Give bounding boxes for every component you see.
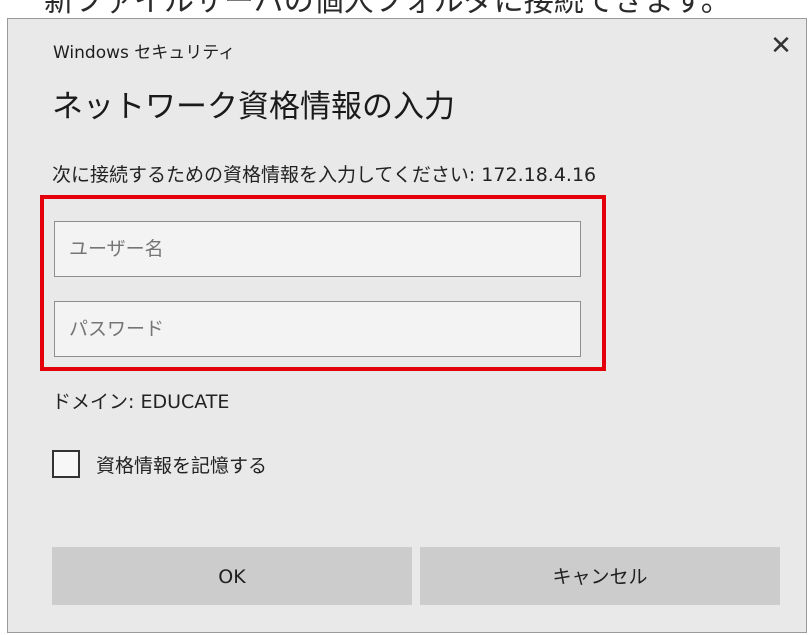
credentials-dialog: Windows セキュリティ ✕ ネットワーク資格情報の入力 次に接続するための… (7, 18, 807, 633)
remember-credentials[interactable]: 資格情報を記憶する (52, 447, 267, 481)
ok-button[interactable]: OK (52, 547, 412, 605)
password-field[interactable] (54, 301, 581, 357)
remember-label: 資格情報を記憶する (96, 454, 268, 477)
domain-label: ドメイン: EDUCATE (52, 391, 230, 413)
remember-checkbox[interactable] (52, 450, 80, 478)
close-icon: ✕ (770, 31, 792, 61)
username-field[interactable] (54, 221, 581, 277)
close-button[interactable]: ✕ (764, 29, 798, 63)
cancel-button[interactable]: キャンセル (420, 547, 780, 605)
dialog-heading: ネットワーク資格情報の入力 (52, 89, 455, 125)
prompt-text: 次に接続するための資格情報を入力してください: 172.18.4.16 (52, 164, 597, 186)
window-title: Windows セキュリティ (53, 43, 236, 63)
